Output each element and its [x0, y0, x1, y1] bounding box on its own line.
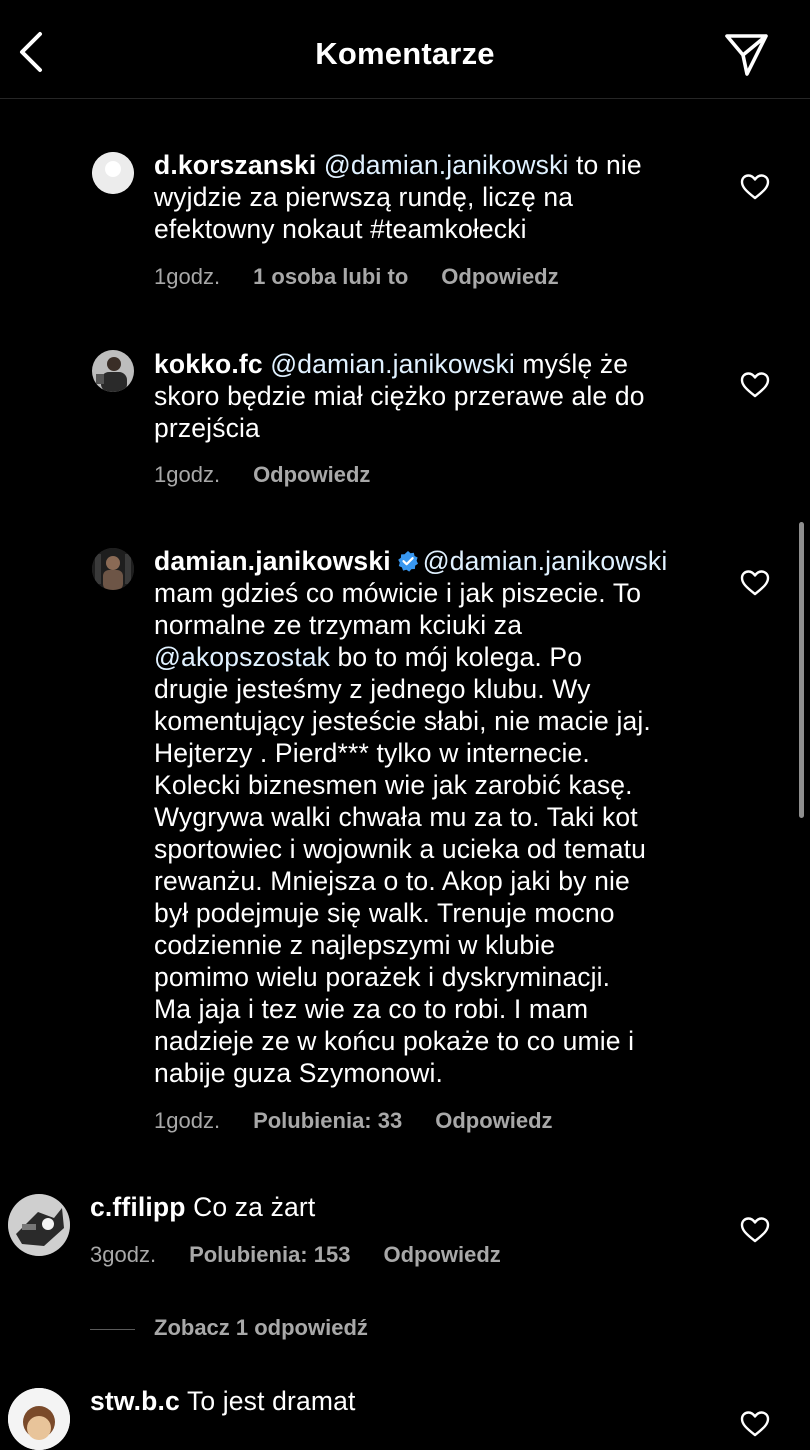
comment-meta: 1godz. Polubienia: 33 Odpowiedz	[154, 1106, 586, 1136]
view-replies-button[interactable]: Zobacz 1 odpowiedź	[90, 1313, 368, 1343]
mention-link-akop[interactable]: @akopszostak	[154, 642, 330, 672]
divider-line	[90, 1328, 135, 1330]
heart-icon[interactable]	[740, 1216, 770, 1244]
avatar[interactable]	[8, 1388, 70, 1450]
comment-meta: 1godz. 1 osoba lubi to Odpowiedz	[154, 262, 592, 292]
avatar[interactable]	[8, 1194, 70, 1256]
verified-badge-icon	[397, 551, 418, 572]
comment-username[interactable]: stw.b.c	[90, 1386, 180, 1416]
comment-username[interactable]: d.korszanski	[154, 150, 316, 180]
paper-plane-icon	[725, 34, 768, 76]
mention-link[interactable]: @damian.janikowski	[423, 546, 668, 576]
comment-username[interactable]: c.ffilipp	[90, 1192, 186, 1222]
avatar[interactable]	[92, 350, 134, 392]
user-photo-icon	[92, 350, 134, 392]
comment-body: Co za żart	[185, 1192, 316, 1222]
mention-link[interactable]: @damian.janikowski	[324, 150, 569, 180]
comment-username[interactable]: damian.janikowski	[154, 546, 391, 576]
user-photo-icon	[8, 1388, 70, 1450]
mention-link[interactable]: @damian.janikowski	[270, 349, 515, 379]
comment-body-rest: bo to mój kolega. Po drugie jesteśmy z j…	[154, 642, 651, 1088]
comment-text: d.korszanski @damian.janikowski to nie w…	[154, 149, 714, 245]
heart-icon[interactable]	[740, 569, 770, 597]
comment-text: damian.janikowski @damian.janikowski mam …	[154, 545, 734, 1089]
reply-button[interactable]: Odpowiedz	[253, 462, 370, 487]
comment-meta: 1godz. Odpowiedz	[154, 460, 403, 490]
comment-time: 1godz.	[154, 264, 221, 289]
reply-button[interactable]: Odpowiedz	[435, 1108, 552, 1133]
comment-body-start: myślę że	[514, 349, 629, 379]
comment-time: 3godz.	[90, 1242, 157, 1267]
comment-time: 1godz.	[154, 462, 221, 487]
comment-body-start: to nie	[568, 150, 642, 180]
comment-username[interactable]: kokko.fc	[154, 349, 263, 379]
comment-body: To jest dramat	[179, 1386, 356, 1416]
comment-text: kokko.fc @damian.janikowski myślę że sko…	[154, 348, 714, 444]
comment-time: 1godz.	[154, 1108, 221, 1133]
heart-icon[interactable]	[740, 173, 770, 201]
share-button[interactable]	[722, 30, 770, 78]
comment-text: c.ffilipp Co za żart	[90, 1191, 710, 1223]
reply-button[interactable]: Odpowiedz	[441, 264, 558, 289]
comment-likes[interactable]: 1 osoba lubi to	[253, 264, 408, 289]
header-bar: Komentarze	[0, 0, 810, 99]
comment-body: wyjdzie za pierwszą rundę, liczę na efek…	[154, 182, 574, 244]
user-photo-icon	[92, 548, 134, 590]
heart-icon[interactable]	[740, 371, 770, 399]
comment-likes[interactable]: Polubienia: 33	[253, 1108, 402, 1133]
user-photo-icon	[8, 1194, 70, 1256]
page-title: Komentarze	[315, 36, 495, 71]
view-replies-label: Zobacz 1 odpowiedź	[154, 1315, 368, 1340]
default-avatar-icon	[92, 152, 134, 194]
avatar[interactable]	[92, 152, 134, 194]
comment-text: stw.b.c To jest dramat	[90, 1385, 710, 1417]
scrollbar[interactable]	[799, 522, 804, 818]
comment-meta: 3godz. Polubienia: 153 Odpowiedz	[90, 1240, 534, 1270]
avatar[interactable]	[92, 548, 134, 590]
comment-body: skoro będzie miał ciężko przerawe ale do…	[154, 381, 645, 443]
comment-likes[interactable]: Polubienia: 153	[189, 1242, 350, 1267]
reply-button[interactable]: Odpowiedz	[383, 1242, 500, 1267]
comment-body: mam gdzieś co mówicie i jak piszecie. To…	[154, 578, 642, 640]
heart-icon[interactable]	[740, 1410, 770, 1438]
